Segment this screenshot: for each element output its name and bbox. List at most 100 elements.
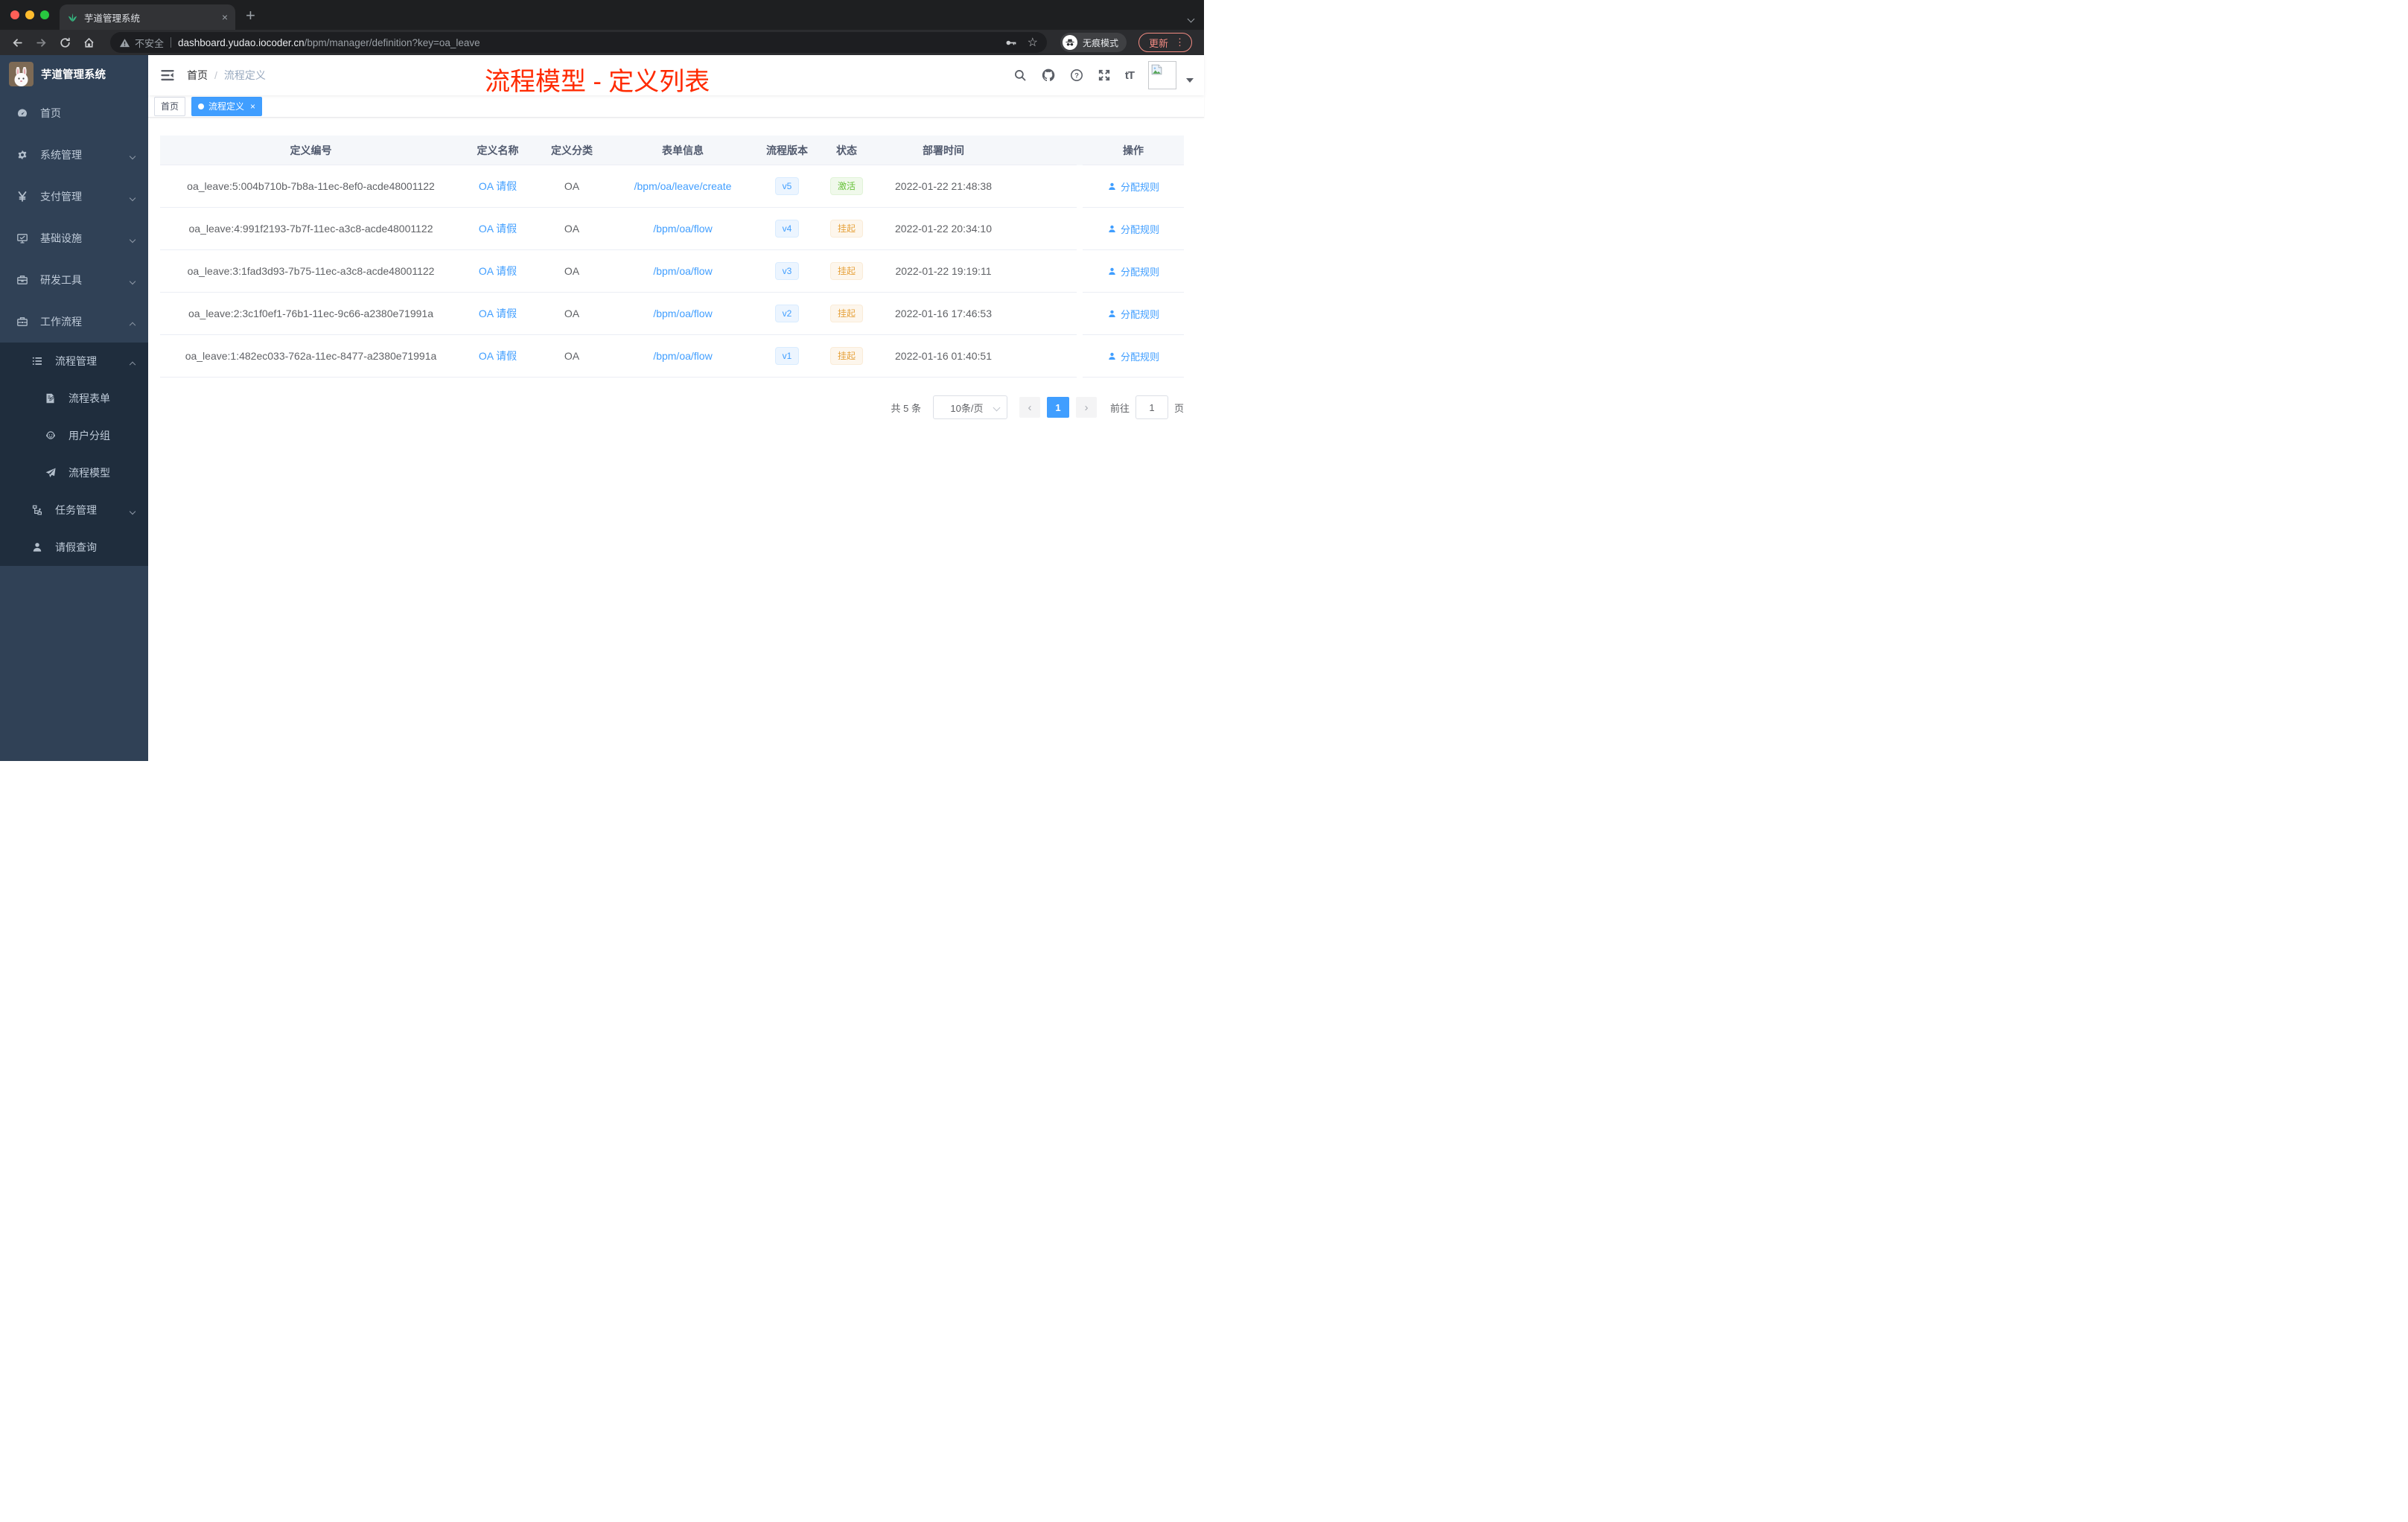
reload-icon[interactable] xyxy=(55,33,74,52)
table-body: oa_leave:5:004b710b-7b8a-11ec-8ef0-acde4… xyxy=(160,165,1184,378)
sidebar-item-2[interactable]: 支付管理 xyxy=(0,176,148,217)
form-link[interactable]: /bpm/oa/flow xyxy=(653,350,712,362)
next-page-button[interactable]: › xyxy=(1075,397,1097,418)
avatar[interactable] xyxy=(1148,61,1176,89)
sidebar-item-10[interactable]: 任务管理 xyxy=(0,491,148,529)
version-cell: v1 xyxy=(756,335,818,378)
assign-rule-link[interactable]: 分配规则 xyxy=(1107,264,1159,278)
definition-name-cell: OA 请假 xyxy=(462,165,534,208)
form-link[interactable]: /bpm/oa/leave/create xyxy=(634,180,732,192)
fixed-column-gap xyxy=(1077,208,1083,250)
prev-page-button[interactable]: ‹ xyxy=(1019,397,1040,418)
definition-name-link[interactable]: OA 请假 xyxy=(479,306,517,321)
github-icon[interactable] xyxy=(1041,68,1056,83)
new-tab-button[interactable]: + xyxy=(246,6,255,30)
sidebar-item-label: 用户分组 xyxy=(69,430,110,442)
goto-page-input[interactable]: 1 xyxy=(1135,395,1168,419)
breadcrumb-current: 流程定义 xyxy=(223,69,266,81)
browser-chrome: 芋道管理系统 × + 不安全 dashboard.yudao.iocoder.c… xyxy=(0,0,1204,55)
column-header-3: 表单信息 xyxy=(610,136,756,165)
sidebar-item-0[interactable]: 首页 xyxy=(0,92,148,134)
sidebar-item-8[interactable]: 用户分组 xyxy=(0,417,148,454)
action-cell: 分配规则 xyxy=(1083,335,1184,378)
fixed-column-gap xyxy=(1077,250,1083,293)
font-size-icon[interactable]: tT xyxy=(1125,69,1135,82)
bookmark-star-icon[interactable]: ☆ xyxy=(1028,35,1038,50)
minimize-window-button[interactable] xyxy=(25,10,34,19)
address-bar[interactable]: 不安全 dashboard.yudao.iocoder.cn/bpm/manag… xyxy=(110,32,1047,53)
sidebar-item-5[interactable]: 工作流程 xyxy=(0,301,148,343)
table-row-4: oa_leave:1:482ec033-762a-11ec-8477-a2380… xyxy=(160,335,1184,378)
help-icon[interactable]: ? xyxy=(1070,69,1083,82)
definition-name-link[interactable]: OA 请假 xyxy=(479,179,517,194)
home-icon[interactable] xyxy=(79,33,98,52)
column-header-5: 状态 xyxy=(818,136,875,165)
app-title: 芋道管理系统 xyxy=(41,69,106,81)
sidebar-item-3[interactable]: 基础设施 xyxy=(0,217,148,259)
breadcrumb-home[interactable]: 首页 xyxy=(187,68,208,83)
list-icon xyxy=(30,355,45,367)
hamburger-icon[interactable] xyxy=(148,55,187,95)
person-icon xyxy=(30,541,45,553)
tab-close-icon[interactable]: × xyxy=(222,11,228,23)
definition-id: oa_leave:1:482ec033-762a-11ec-8477-a2380… xyxy=(160,335,462,378)
page-size-select[interactable]: 10条/页 xyxy=(932,395,1007,419)
row-filler xyxy=(1012,165,1077,208)
breadcrumb-separator: / xyxy=(214,69,217,81)
definition-category: OA xyxy=(534,165,610,208)
sidebar-item-7[interactable]: 流程表单 xyxy=(0,380,148,417)
definition-id: oa_leave:3:1fad3d93-7b75-11ec-a3c8-acde4… xyxy=(160,250,462,293)
form-link[interactable]: /bpm/oa/flow xyxy=(653,223,712,235)
deploy-time: 2022-01-22 19:19:11 xyxy=(875,250,1012,293)
fixed-column-gap xyxy=(1077,293,1083,335)
browser-menu-dots-icon[interactable]: ⋮ xyxy=(1175,36,1185,48)
sidebar-item-9[interactable]: 流程模型 xyxy=(0,454,148,491)
definition-name-link[interactable]: OA 请假 xyxy=(479,264,517,278)
definition-name-link[interactable]: OA 请假 xyxy=(479,221,517,236)
sidebar-item-1[interactable]: 系统管理 xyxy=(0,134,148,176)
app-main: 定义编号 定义名称 定义分类 表单信息 流程版本 状态 部署时间 操作 oa_leave:5:… xyxy=(148,118,1204,761)
browser-tab[interactable]: 芋道管理系统 × xyxy=(60,4,235,30)
close-window-button[interactable] xyxy=(10,10,19,19)
current-page-button[interactable]: 1 xyxy=(1046,397,1069,418)
column-header-2: 定义分类 xyxy=(534,136,610,165)
action-cell: 分配规则 xyxy=(1083,293,1184,335)
form-link[interactable]: /bpm/oa/flow xyxy=(653,308,712,319)
form-link[interactable]: /bpm/oa/flow xyxy=(653,265,712,277)
status-cell: 挂起 xyxy=(818,335,875,378)
definition-name-cell: OA 请假 xyxy=(462,335,534,378)
sidebar-item-11[interactable]: 请假查询 xyxy=(0,529,148,566)
update-button[interactable]: 更新 ⋮ xyxy=(1138,33,1192,52)
tag-close-icon[interactable]: × xyxy=(250,101,255,112)
row-filler xyxy=(1012,250,1077,293)
assign-rule-link[interactable]: 分配规则 xyxy=(1107,222,1159,236)
user-icon xyxy=(1107,224,1117,234)
assign-rule-link[interactable]: 分配规则 xyxy=(1107,307,1159,321)
tree-icon xyxy=(30,504,45,516)
user-icon xyxy=(1107,309,1117,319)
definition-category: OA xyxy=(534,293,610,335)
row-filler xyxy=(1012,293,1077,335)
form-info-cell: /bpm/oa/flow xyxy=(610,335,756,378)
pagination: 共 5 条 10条/页 ‹ 1 › 前往 1 页 xyxy=(148,395,1184,419)
column-header-7: 操作 xyxy=(1083,136,1184,165)
key-icon[interactable] xyxy=(1004,36,1017,49)
tab-search-chevron-icon[interactable] xyxy=(1187,12,1195,23)
back-icon[interactable] xyxy=(7,33,27,52)
definition-id: oa_leave:5:004b710b-7b8a-11ec-8ef0-acde4… xyxy=(160,165,462,208)
tag-label: 流程定义 xyxy=(208,101,245,112)
sidebar-item-6[interactable]: 流程管理 xyxy=(0,343,148,380)
search-icon[interactable] xyxy=(1013,69,1027,82)
fullscreen-icon[interactable] xyxy=(1098,69,1111,82)
tag-1[interactable]: 流程定义 × xyxy=(191,96,263,116)
tag-0[interactable]: 首页 xyxy=(154,96,186,116)
definition-name-link[interactable]: OA 请假 xyxy=(479,348,517,363)
deploy-time: 2022-01-22 21:48:38 xyxy=(875,165,1012,208)
sidebar-item-4[interactable]: 研发工具 xyxy=(0,259,148,301)
assign-rule-link[interactable]: 分配规则 xyxy=(1107,179,1159,194)
briefcase-icon xyxy=(15,316,30,328)
caret-down-icon[interactable] xyxy=(1186,78,1194,83)
zoom-window-button[interactable] xyxy=(40,10,49,19)
assign-rule-link[interactable]: 分配规则 xyxy=(1107,349,1159,363)
forward-icon[interactable] xyxy=(31,33,51,52)
